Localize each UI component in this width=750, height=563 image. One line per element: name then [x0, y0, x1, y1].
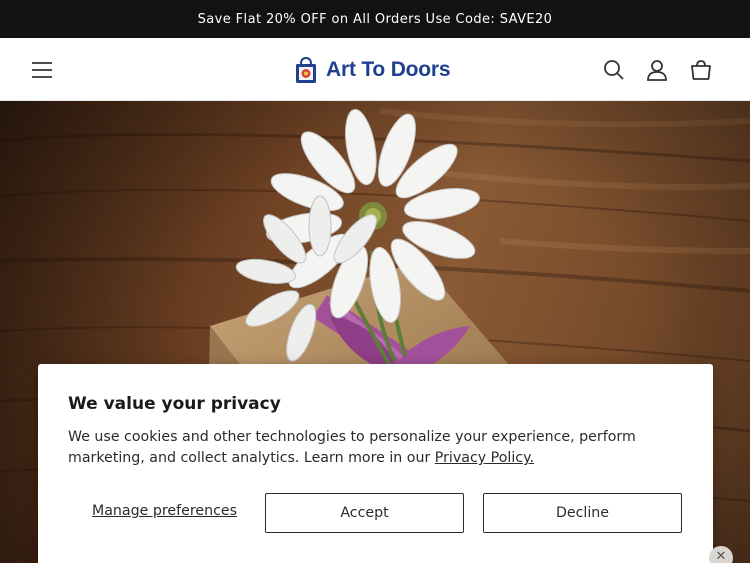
shopping-bag-logo-icon: [296, 56, 316, 83]
close-icon[interactable]: ✕: [709, 546, 733, 563]
decline-button[interactable]: Decline: [483, 493, 682, 533]
privacy-policy-link[interactable]: Privacy Policy.: [435, 450, 534, 466]
cart-icon: [691, 60, 711, 80]
account-button[interactable]: [643, 56, 671, 84]
announcement-text: Save Flat 20% OFF on All Orders Use Code…: [197, 11, 553, 27]
consent-title: We value your privacy: [68, 394, 281, 414]
brand-logo[interactable]: Art To Doors: [294, 54, 451, 86]
announcement-bar: Save Flat 20% OFF on All Orders Use Code…: [0, 0, 750, 38]
menu-icon: [32, 62, 52, 78]
account-icon: [647, 60, 667, 81]
consent-body: We use cookies and other technologies to…: [68, 427, 668, 469]
search-icon: [604, 60, 624, 80]
brand-name: Art To Doors: [326, 58, 451, 81]
search-button[interactable]: [600, 56, 628, 84]
consent-actions: Manage preferences Accept Decline: [38, 493, 713, 533]
accept-button[interactable]: Accept: [265, 493, 464, 533]
menu-button[interactable]: [28, 56, 56, 84]
cart-button[interactable]: [687, 56, 715, 84]
site-header: Art To Doors: [0, 38, 750, 101]
consent-body-text: We use cookies and other technologies to…: [68, 429, 636, 466]
cookie-consent-banner: We value your privacy We use cookies and…: [38, 364, 713, 563]
manage-preferences-button[interactable]: Manage preferences: [92, 503, 237, 519]
